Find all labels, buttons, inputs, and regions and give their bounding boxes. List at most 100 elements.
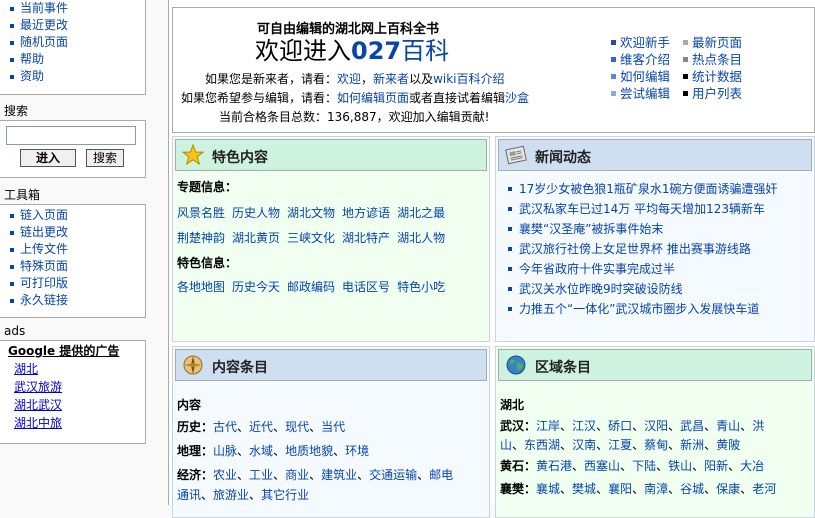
special-link[interactable]: 电话区号 xyxy=(342,280,390,294)
nav-item-random-page[interactable]: 随机页面 xyxy=(8,34,145,51)
region-link[interactable]: 新洲 xyxy=(680,438,704,452)
news-item[interactable]: 武汉关水位昨晚9时突破设防线 xyxy=(500,279,810,299)
content-link[interactable]: 地质地貌 xyxy=(285,444,333,458)
region-link[interactable]: 铁山 xyxy=(668,459,692,473)
topic-link[interactable]: 风景名胜 xyxy=(177,206,225,220)
content-link[interactable]: 其它行业 xyxy=(261,488,309,502)
quick-link-statistics[interactable]: 统计数据 xyxy=(683,68,742,85)
region-link[interactable]: 下陆 xyxy=(632,459,656,473)
toolbox-item-special-pages[interactable]: 特殊页面 xyxy=(8,258,145,275)
link-welcome[interactable]: 欢迎 xyxy=(337,72,361,86)
region-link[interactable]: 江岸 xyxy=(536,419,560,433)
ad-link-wuhan-travel[interactable]: 武汉旅游 xyxy=(8,378,145,396)
topic-link[interactable]: 荆楚神韵 xyxy=(177,231,225,245)
content-link[interactable]: 旅游业 xyxy=(213,488,249,502)
region-link[interactable]: 武昌 xyxy=(680,419,704,433)
region-link[interactable]: 黄陂 xyxy=(716,438,740,452)
news-item[interactable]: 武汉旅行社傍上女足世界杯 推出赛事游线路 xyxy=(500,239,810,259)
region-link[interactable]: 硚口 xyxy=(608,419,632,433)
quick-link-how-to-edit[interactable]: 如何编辑 xyxy=(611,68,670,85)
content-link[interactable]: 山脉 xyxy=(213,444,237,458)
special-link[interactable]: 邮政编码 xyxy=(287,280,335,294)
region-link[interactable]: 老河 xyxy=(752,482,776,496)
content-link[interactable]: 通讯 xyxy=(177,488,201,502)
content-row-economy-cont: 通讯、旅游业、其它行业 xyxy=(177,488,310,502)
special-link[interactable]: 特色小吃 xyxy=(397,280,445,294)
content-link[interactable]: 建筑业 xyxy=(321,468,357,482)
region-link[interactable]: 西塞山 xyxy=(584,459,620,473)
region-link[interactable]: 青山 xyxy=(716,419,740,433)
content-link[interactable]: 古代 xyxy=(213,420,237,434)
region-link[interactable]: 江夏 xyxy=(608,438,632,452)
quick-link-user-list[interactable]: 用户列表 xyxy=(683,85,742,102)
content-link[interactable]: 近代 xyxy=(249,420,273,434)
content-link[interactable]: 商业 xyxy=(285,468,309,482)
content-link[interactable]: 邮电 xyxy=(429,468,453,482)
search-button[interactable]: 搜索 xyxy=(86,149,124,167)
link-newcomers[interactable]: 新来者 xyxy=(373,72,409,86)
search-input[interactable] xyxy=(6,126,136,145)
topic-link[interactable]: 湖北黄页 xyxy=(232,231,280,245)
nav-item-recent-changes[interactable]: 最近更改 xyxy=(8,17,145,34)
region-link[interactable]: 黄石港 xyxy=(536,459,572,473)
content-link[interactable]: 农业 xyxy=(213,468,237,482)
quick-link-welcome-newbies[interactable]: 欢迎新手 xyxy=(611,34,670,51)
region-link[interactable]: 大冶 xyxy=(740,459,764,473)
topic-link[interactable]: 湖北文物 xyxy=(287,206,335,220)
quick-link-newest-pages[interactable]: 最新页面 xyxy=(683,34,742,51)
news-item[interactable]: 今年省政府十件实事完成过半 xyxy=(500,259,810,279)
region-link[interactable]: 保康 xyxy=(716,482,740,496)
quick-link-try-edit[interactable]: 尝试编辑 xyxy=(611,85,670,102)
toolbox-item-upload[interactable]: 上传文件 xyxy=(8,241,145,258)
news-item[interactable]: 襄樊“汉圣庵”被拆事件始末 xyxy=(500,219,810,239)
topic-link[interactable]: 地方谚语 xyxy=(342,206,390,220)
region-link[interactable]: 襄阳 xyxy=(608,482,632,496)
topic-link[interactable]: 湖北人物 xyxy=(397,231,445,245)
ad-link-hubei[interactable]: 湖北 xyxy=(8,360,145,378)
quick-link-hot-articles[interactable]: 热点条目 xyxy=(683,51,742,68)
welcome-title: 欢迎进入027百科 xyxy=(255,37,450,65)
news-item[interactable]: 力推五个“一体化”武汉城市圈步入发展快车道 xyxy=(500,299,810,319)
link-wiki-intro[interactable]: wiki百科介绍 xyxy=(433,72,504,86)
content-link[interactable]: 现代 xyxy=(285,420,309,434)
news-item[interactable]: 武汉私家车已过14万 平均每天增加123辆新车 xyxy=(500,199,810,219)
special-link[interactable]: 历史今天 xyxy=(232,280,280,294)
region-link[interactable]: 洪 xyxy=(752,419,764,433)
nav-item-donate[interactable]: 资助 xyxy=(8,68,145,85)
nav-item-current-events[interactable]: 当前事件 xyxy=(8,0,145,17)
region-link[interactable]: 谷城 xyxy=(680,482,704,496)
toolbox-item-permalink[interactable]: 永久链接 xyxy=(8,292,145,309)
content-link[interactable]: 当代 xyxy=(321,420,345,434)
region-link[interactable]: 江汉 xyxy=(572,419,596,433)
region-link[interactable]: 蔡甸 xyxy=(644,438,668,452)
topic-link[interactable]: 三峡文化 xyxy=(287,231,335,245)
topic-link[interactable]: 湖北特产 xyxy=(342,231,390,245)
quick-link-wiki-intro[interactable]: 维客介绍 xyxy=(611,51,670,68)
special-link[interactable]: 各地地图 xyxy=(177,280,225,294)
region-link[interactable]: 汉南 xyxy=(572,438,596,452)
toolbox-item-related-changes[interactable]: 链出更改 xyxy=(8,224,145,241)
content-link[interactable]: 水域 xyxy=(249,444,273,458)
toolbox-item-printable[interactable]: 可打印版 xyxy=(8,275,145,292)
region-link[interactable]: 樊城 xyxy=(572,482,596,496)
toolbox-item-what-links-here[interactable]: 链入页面 xyxy=(8,207,145,224)
region-link[interactable]: 襄城 xyxy=(536,482,560,496)
region-link[interactable]: 南漳 xyxy=(644,482,668,496)
ad-link-hubei-wuhan[interactable]: 湖北武汉 xyxy=(8,396,145,414)
content-link[interactable]: 交通运输 xyxy=(369,468,417,482)
content-link[interactable]: 环境 xyxy=(345,444,369,458)
link-how-to-edit[interactable]: 如何编辑页面 xyxy=(337,91,409,105)
news-item[interactable]: 17岁少女被色狼1瓶矿泉水1碗方便面诱骗遭强奸 xyxy=(500,179,810,199)
region-link[interactable]: 阳新 xyxy=(704,459,728,473)
ad-link-hubei-cits[interactable]: 湖北中旅 xyxy=(8,414,145,432)
region-link[interactable]: 东西湖 xyxy=(524,438,560,452)
region-link[interactable]: 山 xyxy=(500,438,512,452)
link-sandbox[interactable]: 沙盒 xyxy=(505,91,529,105)
content-link[interactable]: 工业 xyxy=(249,468,273,482)
region-link[interactable]: 汉阳 xyxy=(644,419,668,433)
topic-link[interactable]: 历史人物 xyxy=(232,206,280,220)
go-button[interactable]: 进入 xyxy=(20,149,76,167)
topic-link[interactable]: 湖北之最 xyxy=(397,206,445,220)
ads-provider-link[interactable]: Google 提供的广告 xyxy=(8,343,145,360)
nav-item-help[interactable]: 帮助 xyxy=(8,51,145,68)
